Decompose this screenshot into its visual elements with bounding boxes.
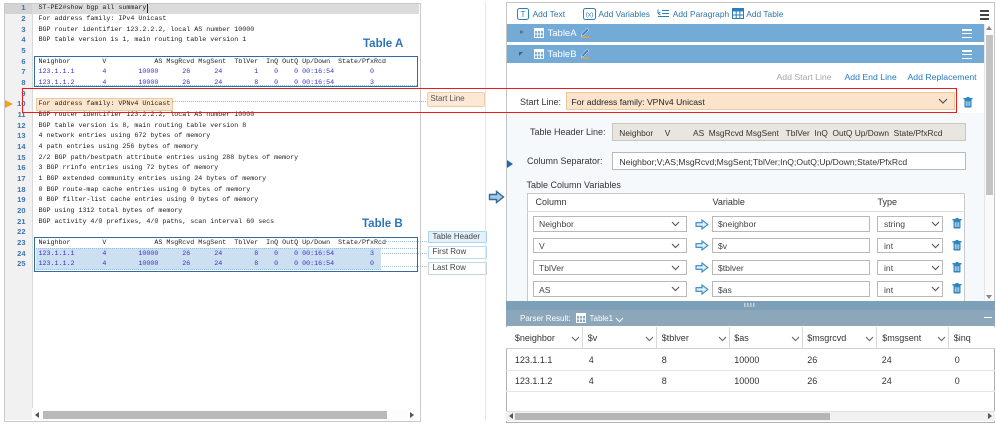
svg-text:(x): (x) (585, 12, 593, 19)
svg-text:T: T (521, 10, 526, 19)
